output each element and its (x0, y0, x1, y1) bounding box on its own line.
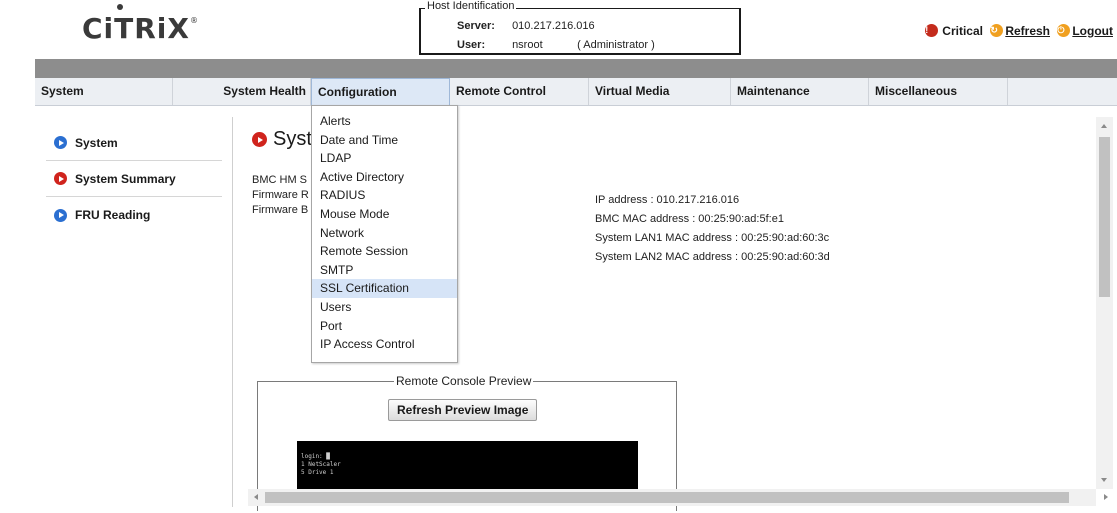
menu-item-active-directory[interactable]: Active Directory (312, 168, 457, 187)
sidebar-item-fru-reading[interactable]: FRU Reading (46, 197, 222, 233)
menu-item-ip-access-control[interactable]: IP Access Control (312, 335, 457, 354)
tab-configuration[interactable]: Configuration (311, 78, 450, 105)
menu-item-radius[interactable]: RADIUS (312, 186, 457, 205)
arrow-right-icon (252, 132, 267, 147)
sidebar: System System Summary FRU Reading (46, 125, 222, 233)
summary-labels: BMC HM S Firmware R Firmware B (252, 173, 309, 218)
summary-label: Firmware R (252, 189, 309, 201)
menu-item-smtp[interactable]: SMTP (312, 261, 457, 280)
server-value: 010.217.216.016 (512, 20, 595, 32)
server-row: Server: 010.217.216.016 (457, 19, 595, 33)
menu-item-remote-session[interactable]: Remote Session (312, 242, 457, 261)
menu-item-ssl-certification[interactable]: SSL Certification (312, 279, 457, 298)
console-line: 5 Drive 1 (301, 469, 334, 476)
tab-remote-control[interactable]: Remote Control (450, 78, 589, 105)
tab-virtual-media[interactable]: Virtual Media (589, 78, 731, 105)
sidebar-divider (232, 117, 233, 507)
preview-legend: Remote Console Preview (394, 374, 534, 388)
menu-item-mouse-mode[interactable]: Mouse Mode (312, 205, 457, 224)
refresh-preview-button[interactable]: Refresh Preview Image (388, 399, 538, 421)
registered-mark: ® (190, 16, 199, 25)
scroll-down-icon[interactable] (1101, 478, 1107, 482)
scroll-thumb[interactable] (1099, 137, 1110, 297)
arrow-right-icon (54, 136, 67, 149)
user-row: User: nsroot ( Administrator ) (457, 38, 655, 52)
arrow-right-icon (54, 208, 67, 222)
sidebar-item-label: System Summary (75, 171, 176, 186)
scroll-thumb[interactable] (265, 492, 1069, 503)
arrow-right-icon (54, 172, 67, 185)
tab-maintenance[interactable]: Maintenance (731, 78, 869, 105)
summary-label: BMC HM S (252, 174, 307, 186)
ip-address: IP address : 010.217.216.016 (595, 194, 740, 206)
refresh-label[interactable]: Refresh (1005, 24, 1050, 38)
tab-miscellaneous[interactable]: Miscellaneous (869, 78, 1008, 105)
menu-item-date-and-time[interactable]: Date and Time (312, 131, 457, 150)
top-links: ! Critical ↻ Refresh ⏻ Logout (921, 22, 1113, 38)
sidebar-item-system-summary[interactable]: System Summary (46, 161, 222, 197)
host-identification-box: Host Identification Server: 010.217.216.… (419, 0, 741, 55)
summary-label: Firmware B (252, 204, 309, 216)
refresh-link[interactable]: ↻ Refresh (988, 24, 1050, 38)
lan1-mac-address: System LAN1 MAC address : 00:25:90:ad:60… (595, 232, 830, 244)
page-title-text: Syst (273, 128, 312, 150)
menu-item-port[interactable]: Port (312, 317, 457, 336)
console-line: login: █ (301, 453, 330, 460)
scroll-up-icon[interactable] (1101, 124, 1107, 128)
menu-item-alerts[interactable]: Alerts (312, 112, 457, 131)
refresh-icon: ↻ (990, 24, 1004, 37)
critical-icon: ! (925, 24, 939, 37)
user-value: nsroot (512, 39, 543, 51)
main-nav: System System Health Configuration Remot… (35, 78, 1117, 106)
sidebar-item-label: System (75, 135, 118, 150)
scroll-left-icon[interactable] (254, 494, 258, 500)
console-line: 1 NetScaler (301, 461, 341, 468)
tab-system-health[interactable]: System Health (173, 78, 311, 105)
network-info: IP address : 010.217.216.016 BMC MAC add… (595, 191, 830, 267)
menu-item-ldap[interactable]: LDAP (312, 149, 457, 168)
critical-label: Critical (942, 23, 983, 38)
logout-icon: ⏻ (1057, 24, 1071, 37)
server-label: Server: (457, 20, 495, 32)
citrix-logo: CiTRiX® (82, 4, 199, 45)
menu-item-network[interactable]: Network (312, 224, 457, 243)
bmc-mac-address: BMC MAC address : 00:25:90:ad:5f:e1 (595, 213, 784, 225)
header-band (35, 59, 1117, 78)
horizontal-scrollbar[interactable] (248, 489, 1108, 506)
scroll-right-icon[interactable] (1104, 494, 1108, 500)
vertical-scrollbar[interactable] (1096, 117, 1113, 489)
menu-item-users[interactable]: Users (312, 298, 457, 317)
sidebar-item-label: FRU Reading (75, 208, 151, 222)
tab-system[interactable]: System (35, 78, 173, 105)
lan2-mac-address: System LAN2 MAC address : 00:25:90:ad:60… (595, 251, 830, 263)
user-label: User: (457, 39, 486, 51)
page-title: Syst (252, 128, 312, 151)
logo-text: CiTRiX (82, 12, 190, 45)
sidebar-item-system[interactable]: System (46, 125, 222, 161)
logout-label[interactable]: Logout (1072, 24, 1113, 38)
logout-link[interactable]: ⏻ Logout (1055, 24, 1113, 38)
critical-link[interactable]: ! Critical (923, 24, 983, 38)
configuration-menu: Alerts Date and Time LDAP Active Directo… (311, 105, 458, 363)
user-role: ( Administrator ) (577, 39, 655, 51)
host-identification-legend: Host Identification (425, 0, 517, 12)
logo-dot (117, 4, 123, 10)
